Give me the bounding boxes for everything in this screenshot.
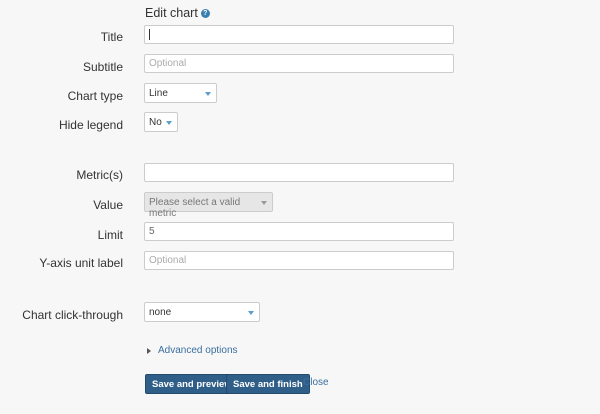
limit-label: Limit (97, 228, 123, 242)
caret-right-icon (147, 347, 151, 354)
close-link[interactable]: Close (303, 377, 329, 388)
chevron-down-icon (261, 201, 267, 205)
chart-type-value: Line (149, 88, 168, 99)
y-axis-unit-input[interactable]: Optional (144, 251, 454, 270)
chevron-down-icon (205, 92, 211, 96)
chart-type-label: Chart type (67, 89, 123, 103)
value-select-text: Please select a valid metric (149, 197, 241, 219)
metrics-input[interactable] (144, 163, 454, 182)
value-label: Value (93, 198, 123, 212)
subtitle-input[interactable]: Optional (144, 54, 454, 73)
metrics-label: Metric(s) (76, 168, 123, 182)
limit-input[interactable]: 5 (144, 222, 454, 241)
click-through-label: Chart click-through (22, 308, 123, 322)
page-title-text: Edit chart (145, 6, 198, 20)
click-through-select[interactable]: none (144, 302, 260, 322)
hide-legend-label: Hide legend (58, 118, 123, 132)
save-and-preview-button[interactable]: Save and preview (145, 374, 239, 394)
chart-type-select[interactable]: Line (144, 83, 217, 103)
title-label: Title (100, 30, 123, 44)
help-icon[interactable]: ? (200, 8, 210, 18)
save-and-finish-button[interactable]: Save and finish (226, 374, 310, 394)
click-through-value: none (149, 307, 172, 318)
y-axis-unit-label: Y-axis unit label (39, 256, 123, 270)
chevron-down-icon (166, 121, 172, 125)
subtitle-label: Subtitle (82, 60, 123, 74)
chevron-down-icon (248, 311, 254, 315)
text-cursor (149, 29, 150, 40)
value-select[interactable]: Please select a valid metric (144, 192, 273, 219)
hide-legend-value: No (149, 117, 162, 128)
advanced-options-toggle[interactable]: Advanced options (147, 345, 238, 356)
page-title: Edit chart ? (145, 6, 210, 20)
advanced-options-label: Advanced options (158, 345, 238, 356)
title-input[interactable] (144, 25, 454, 44)
hide-legend-select[interactable]: No (144, 112, 178, 132)
